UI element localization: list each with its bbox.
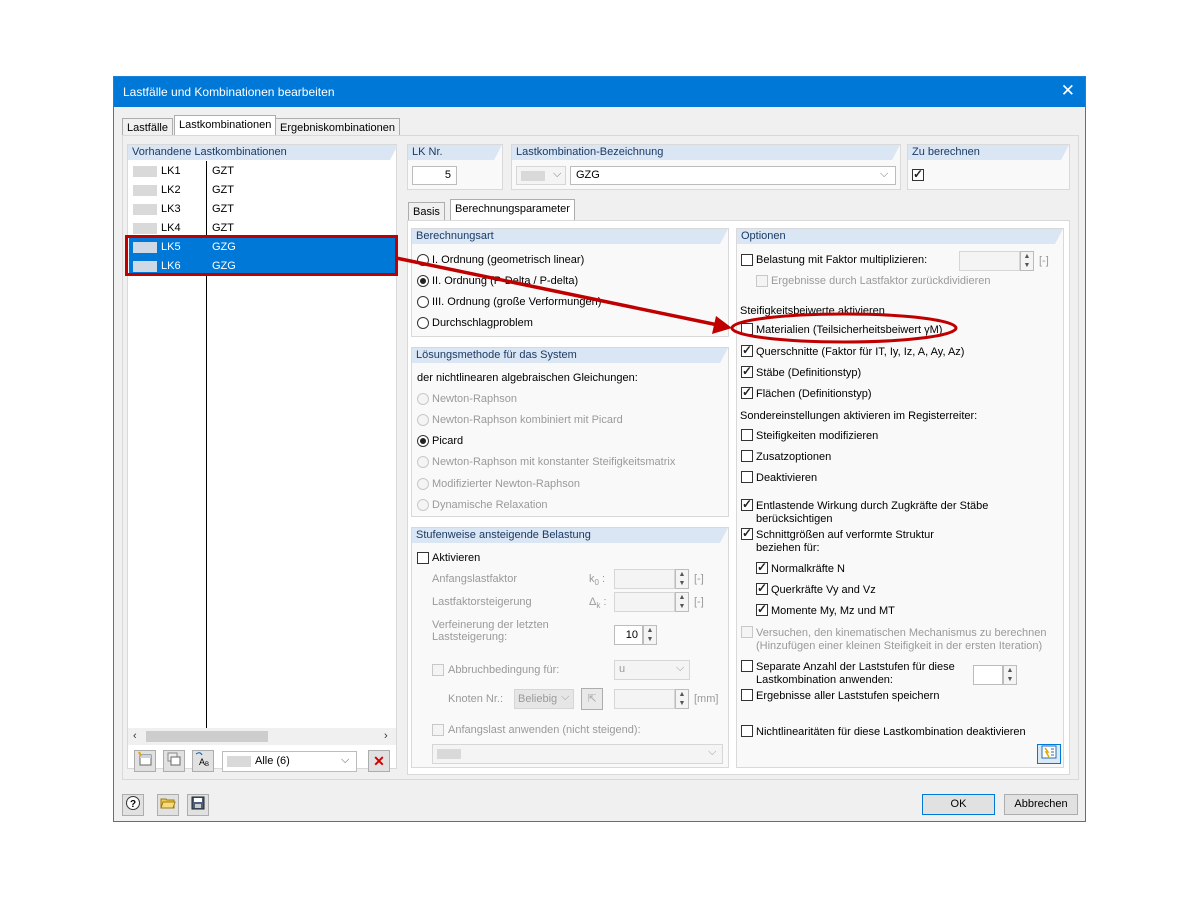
annotation-arrow-line — [395, 256, 719, 327]
annotation-overlay — [125, 235, 958, 344]
annotation-ellipse — [730, 312, 958, 344]
annotation-arrowhead — [712, 316, 732, 334]
annotation-highlight-box — [125, 235, 398, 276]
